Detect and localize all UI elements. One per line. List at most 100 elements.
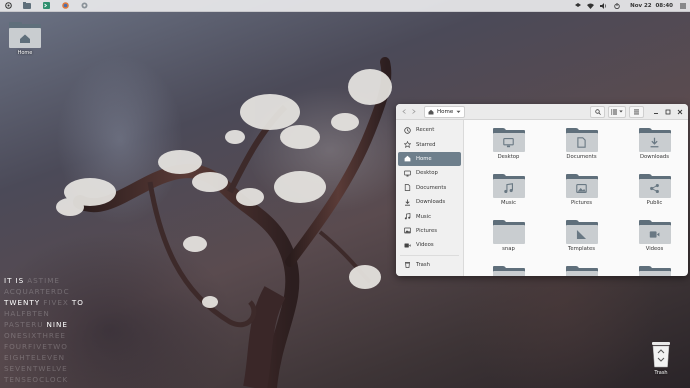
folder-icon	[638, 266, 671, 276]
maximize-button[interactable]	[663, 107, 672, 116]
word-clock: IT IS ASTIME ACQUARTERDC TWENTY FIVEX TO HALFBT…	[4, 275, 83, 385]
terminal-app-icon[interactable]	[42, 2, 50, 10]
menu-icon[interactable]	[679, 2, 686, 9]
clock[interactable]: Nov 22 08:40	[630, 3, 673, 9]
word-clock-row: TWENTY FIVEX TO	[4, 297, 83, 308]
sidebar-item-videos[interactable]: Videos	[398, 238, 461, 252]
home-icon	[428, 109, 434, 114]
minimize-button[interactable]	[651, 107, 660, 116]
header-bar: Home	[396, 104, 688, 120]
folder-item-downloads[interactable]: Downloads	[618, 128, 688, 168]
file-grid: Desktop Documents Downloads Music Pictures Pu…	[472, 128, 682, 276]
sidebar-item-label: Documents	[416, 184, 447, 191]
document-icon	[404, 184, 411, 192]
word-clock-row: FOURFIVETWO	[4, 341, 78, 352]
network-icon[interactable]	[587, 2, 595, 9]
word-clock-word-active: TO	[71, 298, 84, 307]
folder-download-icon	[638, 128, 671, 152]
sidebar-item-music[interactable]: Music	[398, 209, 461, 223]
word-clock-letters: ASTIME	[27, 276, 60, 285]
sidebar-item-other-locations[interactable]: Other Locations	[398, 272, 461, 276]
search-button[interactable]	[590, 105, 605, 118]
sidebar-item-label: Videos	[416, 242, 434, 249]
sidebar-item-label: Music	[416, 213, 432, 220]
folder-document-icon	[565, 128, 598, 152]
chevron-left-icon	[402, 109, 406, 114]
folder-item-templates[interactable]: Templates	[545, 220, 618, 260]
folder-item-documents[interactable]: Documents	[545, 128, 618, 168]
folder-item-pictures[interactable]: Pictures	[545, 174, 618, 214]
dropbox-icon[interactable]	[574, 2, 581, 9]
folder-item-partial[interactable]	[618, 266, 688, 276]
word-clock-letters: SEVENTWELVE	[4, 364, 68, 373]
list-view-icon	[611, 109, 617, 114]
folder-item-music[interactable]: Music	[472, 174, 545, 214]
download-icon	[404, 199, 411, 206]
close-button[interactable]	[675, 107, 684, 116]
folder-item-desktop[interactable]: Desktop	[472, 128, 545, 168]
settings-app-icon[interactable]	[80, 2, 88, 10]
folder-label: Desktop	[497, 154, 520, 160]
clock-time: 08:40	[655, 2, 673, 9]
word-clock-row: ONESIXTHREE	[4, 330, 78, 341]
path-label: Home	[437, 108, 454, 115]
folder-label: Templates	[568, 246, 595, 252]
folder-template-icon	[565, 220, 598, 244]
sidebar-item-label: Trash	[416, 261, 430, 268]
video-icon	[404, 242, 411, 249]
volume-icon[interactable]	[600, 2, 607, 9]
sidebar-item-downloads[interactable]: Downloads	[398, 195, 461, 209]
path-bar[interactable]: Home	[424, 105, 466, 118]
top-panel: Nov 22 08:40	[0, 0, 690, 12]
sidebar-item-recent[interactable]: Recent	[398, 123, 461, 137]
desktop-trash-label: Trash	[654, 370, 668, 376]
activities-icon[interactable]	[4, 2, 12, 10]
word-clock-letters: TENSEOCLOCK	[4, 375, 69, 384]
folder-item-partial[interactable]	[545, 266, 618, 276]
word-clock-word-active: IS	[15, 276, 25, 285]
sidebar-item-desktop[interactable]: Desktop	[398, 166, 461, 180]
word-clock-row: TENSEOCLOCK	[4, 374, 78, 385]
places-sidebar: Recent Starred Home Desktop Documents Downloa…	[396, 120, 464, 276]
word-clock-row: PASTERU NINE	[4, 319, 78, 330]
word-clock-row: SEVENTWELVE	[4, 363, 78, 374]
word-clock-letters: HALFBTEN	[4, 309, 50, 318]
desktop-home[interactable]: Home	[9, 22, 41, 56]
word-clock-letters: EIGHTELEVEN	[4, 353, 65, 362]
folder-icon	[492, 220, 525, 244]
files-app-icon[interactable]	[23, 2, 31, 10]
star-icon	[404, 141, 411, 149]
sidebar-item-pictures[interactable]: Pictures	[398, 224, 461, 238]
sidebar-item-trash[interactable]: Trash	[398, 258, 461, 272]
home-folder-icon	[9, 22, 41, 48]
back-button[interactable]	[400, 107, 409, 116]
view-toggle-button[interactable]	[608, 105, 626, 118]
sidebar-item-documents[interactable]: Documents	[398, 181, 461, 195]
forward-button[interactable]	[409, 107, 418, 116]
folder-label: Music	[500, 200, 517, 206]
folder-item-partial[interactable]	[472, 266, 545, 276]
word-clock-row: HALFBTEN	[4, 308, 78, 319]
folder-video-icon	[638, 220, 671, 244]
folder-picture-icon	[565, 174, 598, 198]
chevron-down-icon	[456, 110, 461, 113]
sidebar-item-starred[interactable]: Starred	[398, 137, 461, 151]
main-menu-button[interactable]	[629, 105, 644, 118]
hamburger-icon	[634, 109, 639, 114]
word-clock-word-active: IT	[4, 276, 13, 285]
folder-item-videos[interactable]: Videos	[618, 220, 688, 260]
desktop-trash[interactable]: Trash	[650, 340, 672, 376]
desktop-icon	[404, 170, 411, 177]
sidebar-item-home[interactable]: Home	[398, 151, 461, 167]
folder-item-public[interactable]: Public	[618, 174, 688, 214]
browser-app-icon[interactable]	[61, 2, 69, 10]
sidebar-item-label: Home	[416, 155, 432, 162]
word-clock-row: EIGHTELEVEN	[4, 352, 78, 363]
power-icon[interactable]	[613, 2, 620, 9]
word-clock-letters: PASTERU	[4, 320, 44, 329]
word-clock-letters: FOURFIVETWO	[4, 342, 68, 351]
word-clock-letters: ONESIXTHREE	[4, 331, 66, 340]
sidebar-item-label: Recent	[416, 127, 435, 134]
word-clock-row: IT IS ASTIME	[4, 275, 78, 286]
folder-item-snap[interactable]: snap	[472, 220, 545, 260]
